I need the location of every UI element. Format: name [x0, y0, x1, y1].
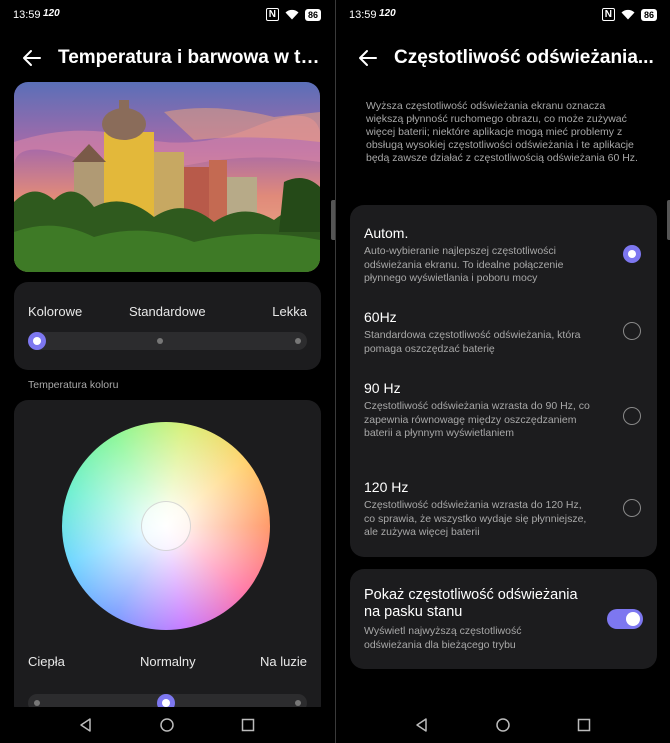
color-temperature-card: Ciepła Normalny Na luzie	[14, 400, 321, 720]
option-subtitle: Standardowa częstotliwość odświeżania, k…	[364, 329, 581, 355]
nav-back-icon[interactable]	[414, 717, 430, 733]
status-time: 13:59	[13, 9, 41, 21]
nav-recents-icon[interactable]	[240, 717, 256, 733]
option-title: 60Hz	[364, 309, 397, 325]
header: Częstotliwość odświeżania...	[336, 40, 670, 76]
show-refresh-rate-card: Pokaż częstotliwość odświeżania na pasku…	[350, 569, 657, 669]
refresh-rate-indicator: 120	[43, 8, 60, 19]
color-mode-slider-knob[interactable]	[28, 332, 46, 350]
screen-refresh-rate: 13:59 120 N 86 Częstotliwość odświeżania…	[336, 0, 670, 743]
status-time: 13:59	[349, 9, 377, 21]
option-60hz[interactable]: 60Hz Standardowa częstotliwość odświeżan…	[364, 309, 643, 356]
status-bar: 13:59 120 N 86	[336, 0, 670, 32]
option-subtitle: Częstotliwość odświeżania wzrasta do 90 …	[364, 400, 590, 439]
navigation-bar	[0, 707, 335, 743]
slider-tick	[157, 338, 163, 344]
slider-tick	[295, 700, 301, 706]
slider-tick	[295, 338, 301, 344]
option-title: 90 Hz	[364, 380, 401, 396]
refresh-rate-description: Wyższa częstotliwość odświeżania ekranu …	[366, 100, 638, 164]
show-refresh-rate-subtitle: Wyświetl najwyższą częstotliwość odśwież…	[364, 625, 522, 651]
option-title: Autom.	[364, 225, 409, 241]
option-title: 120 Hz	[364, 479, 409, 495]
header: Temperatura i barwowa w tr...	[0, 40, 335, 76]
edge-handle[interactable]	[331, 200, 335, 240]
mode-option-standard[interactable]: Standardowe	[129, 304, 206, 319]
wifi-icon	[621, 9, 635, 20]
nfc-icon: N	[265, 8, 279, 21]
battery-icon: 86	[304, 8, 321, 21]
temp-option-cool[interactable]: Na luzie	[260, 654, 307, 669]
back-arrow-icon[interactable]	[20, 46, 44, 70]
page-title: Temperatura i barwowa w tr...	[58, 47, 321, 68]
nav-home-icon[interactable]	[495, 717, 511, 733]
radio-selected[interactable]	[623, 245, 641, 263]
section-label-color-temperature: Temperatura koloru	[28, 379, 119, 391]
color-mode-card: Kolorowe Standardowe Lekka	[14, 282, 321, 370]
color-wheel[interactable]	[62, 422, 270, 630]
wifi-icon	[285, 9, 299, 20]
color-mode-slider[interactable]	[28, 332, 307, 350]
nav-recents-icon[interactable]	[576, 717, 592, 733]
color-wheel-selector[interactable]	[141, 501, 191, 551]
option-90hz[interactable]: 90 Hz Częstotliwość odświeżania wzrasta …	[364, 380, 643, 441]
nfc-icon: N	[601, 8, 615, 21]
nav-home-icon[interactable]	[159, 717, 175, 733]
mode-option-gentle[interactable]: Lekka	[272, 304, 307, 319]
status-bar: 13:59 120 N 86	[0, 0, 335, 32]
navigation-bar	[336, 707, 670, 743]
back-arrow-icon[interactable]	[356, 46, 380, 70]
option-subtitle: Auto-wybieranie najlepszej częstotliwośc…	[364, 245, 564, 284]
option-subtitle: Częstotliwość odświeżania wzrasta do 120…	[364, 499, 587, 538]
mode-option-vivid[interactable]: Kolorowe	[28, 304, 82, 319]
option-120hz[interactable]: 120 Hz Częstotliwość odświeżania wzrasta…	[364, 479, 643, 540]
option-auto[interactable]: Autom. Auto-wybieranie najlepszej często…	[364, 225, 643, 286]
nav-back-icon[interactable]	[78, 717, 94, 733]
temp-option-normal[interactable]: Normalny	[140, 654, 196, 669]
radio-unselected[interactable]	[623, 499, 641, 517]
preview-image	[14, 82, 320, 272]
radio-unselected[interactable]	[623, 322, 641, 340]
show-refresh-rate-title: Pokaż częstotliwość odświeżania na pasku…	[364, 587, 578, 620]
battery-icon: 86	[640, 8, 657, 21]
refresh-rate-options-card: Autom. Auto-wybieranie najlepszej często…	[350, 205, 657, 557]
show-refresh-rate-toggle[interactable]	[607, 609, 643, 629]
page-title: Częstotliwość odświeżania...	[394, 47, 654, 68]
refresh-rate-indicator: 120	[379, 8, 396, 19]
slider-tick	[34, 700, 40, 706]
temp-option-warm[interactable]: Ciepła	[28, 654, 65, 669]
screen-color-temperature: 13:59 120 N 86 Temperatura i barwowa w t…	[0, 0, 335, 743]
radio-unselected[interactable]	[623, 407, 641, 425]
